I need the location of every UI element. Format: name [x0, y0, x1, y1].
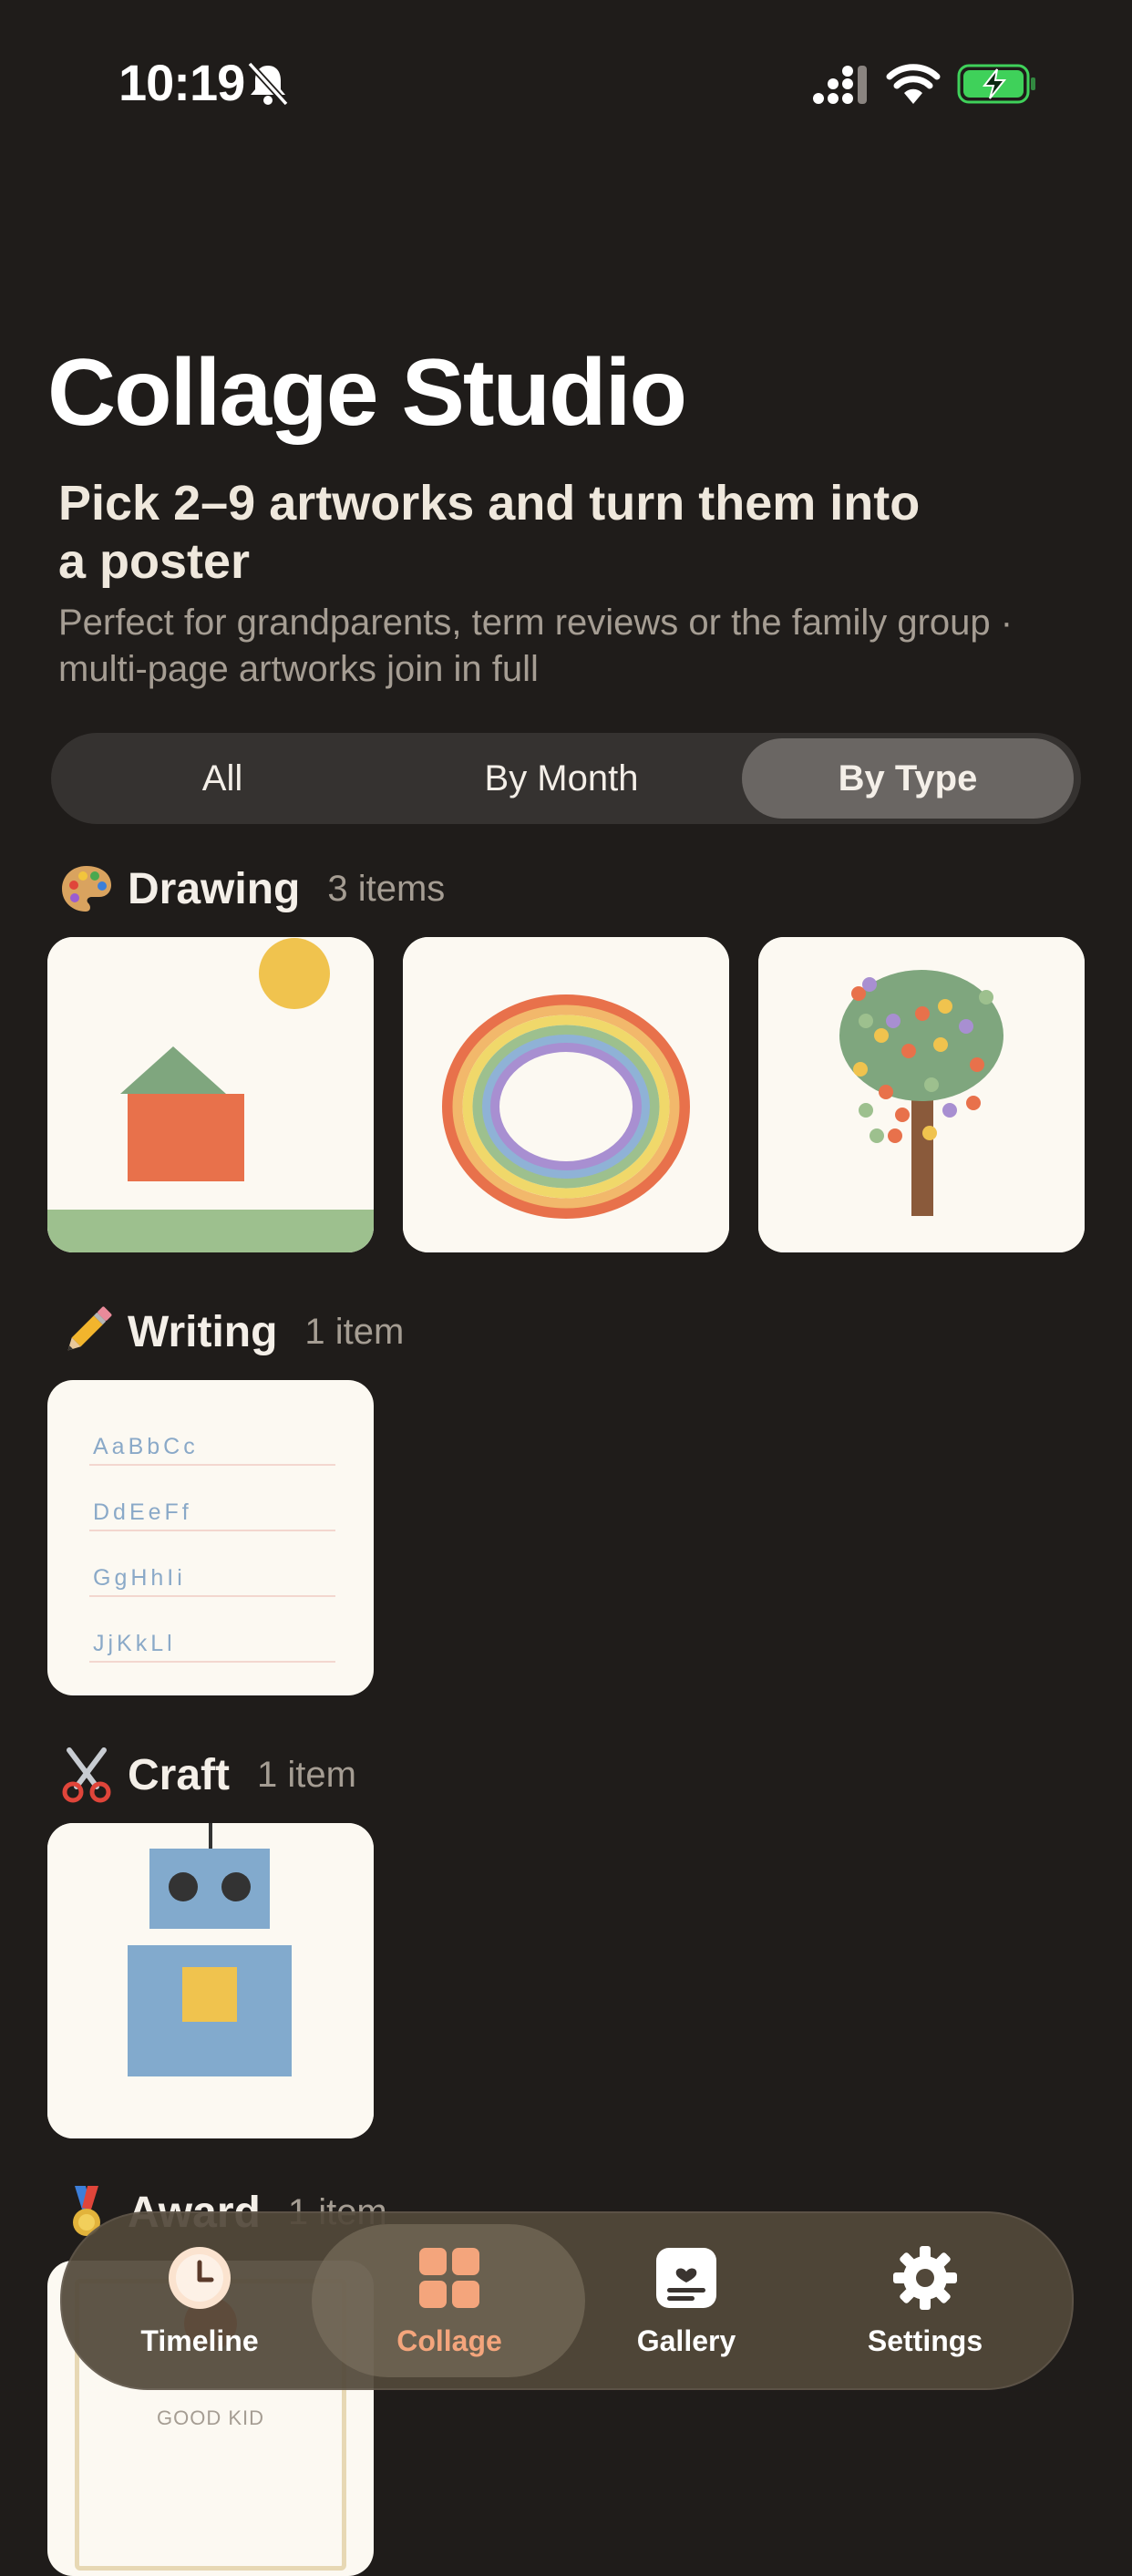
artwork-card-handwriting[interactable]: AaBbCc DdEeFf GgHhIi JjKkLl: [47, 1380, 374, 1695]
handwriting-line: JjKkLl: [93, 1631, 176, 1656]
section-title-craft: Craft: [128, 1750, 231, 1799]
clock-icon: [169, 2246, 231, 2309]
page-title: Collage Studio: [47, 340, 687, 446]
cellular-signal-icon: [813, 66, 867, 104]
bell-muted-icon: [247, 61, 289, 107]
tab-label-timeline: Timeline: [140, 2324, 259, 2357]
status-time: 10:19: [118, 54, 245, 111]
tab-timeline[interactable]: Timeline: [98, 2213, 301, 2388]
scissors-icon: [62, 1747, 111, 1803]
section-header-writing: Writing 1 item: [58, 1303, 404, 1360]
wifi-icon: [886, 64, 941, 104]
handwriting-line: DdEeFf: [93, 1499, 192, 1525]
group-by-segmented-control: All By Month By Type: [51, 733, 1081, 824]
artwork-card-house[interactable]: [47, 937, 374, 1252]
tree-drawing-thumbnail: [758, 937, 1085, 1252]
tab-gallery[interactable]: Gallery: [585, 2213, 787, 2388]
certificate-caption: GOOD KID: [156, 2406, 264, 2429]
tab-label-collage: Collage: [396, 2324, 502, 2357]
section-count-writing: 1 item: [304, 1311, 405, 1352]
segment-all[interactable]: All: [58, 738, 386, 819]
handwriting-thumbnail: AaBbCc DdEeFf GgHhIi JjKkLl: [89, 1398, 335, 1663]
section-title-writing: Writing: [128, 1307, 278, 1356]
tab-label-gallery: Gallery: [636, 2324, 736, 2357]
tab-collage[interactable]: Collage: [348, 2213, 551, 2388]
pencil-icon: [67, 1306, 112, 1351]
tab-settings[interactable]: Settings: [824, 2213, 1026, 2388]
segment-by-type[interactable]: By Type: [742, 738, 1074, 819]
handwriting-line: GgHhIi: [93, 1565, 186, 1591]
section-count-drawing: 3 items: [327, 868, 446, 909]
section-count-craft: 1 item: [257, 1754, 356, 1795]
bottom-tab-bar: Timeline Collage Gallery Settings: [60, 2211, 1074, 2390]
page-description: Perfect for grandparents, term reviews o…: [58, 603, 1014, 689]
section-header-drawing: Drawing 3 items: [58, 860, 445, 917]
gear-icon: [893, 2245, 957, 2310]
artwork-card-rainbow[interactable]: [403, 937, 729, 1252]
palette-icon: [62, 866, 111, 912]
section-header-craft: Craft 1 item: [58, 1747, 356, 1803]
tab-label-settings: Settings: [867, 2324, 983, 2357]
segment-by-month[interactable]: By Month: [397, 738, 726, 819]
battery-charging-icon: [957, 64, 1035, 104]
frame-icon: [656, 2247, 716, 2308]
grid-icon: [419, 2247, 479, 2308]
artwork-card-tree[interactable]: [758, 937, 1085, 1252]
handwriting-line: AaBbCc: [93, 1434, 199, 1459]
section-title-drawing: Drawing: [128, 864, 301, 913]
robot-craft-thumbnail: [47, 1823, 374, 2138]
house-drawing-thumbnail: [47, 937, 374, 1252]
artwork-card-robot[interactable]: [47, 1823, 374, 2138]
rainbow-drawing-thumbnail: [403, 937, 729, 1252]
page-subtitle: Pick 2–9 artworks and turn them into a p…: [58, 476, 921, 589]
